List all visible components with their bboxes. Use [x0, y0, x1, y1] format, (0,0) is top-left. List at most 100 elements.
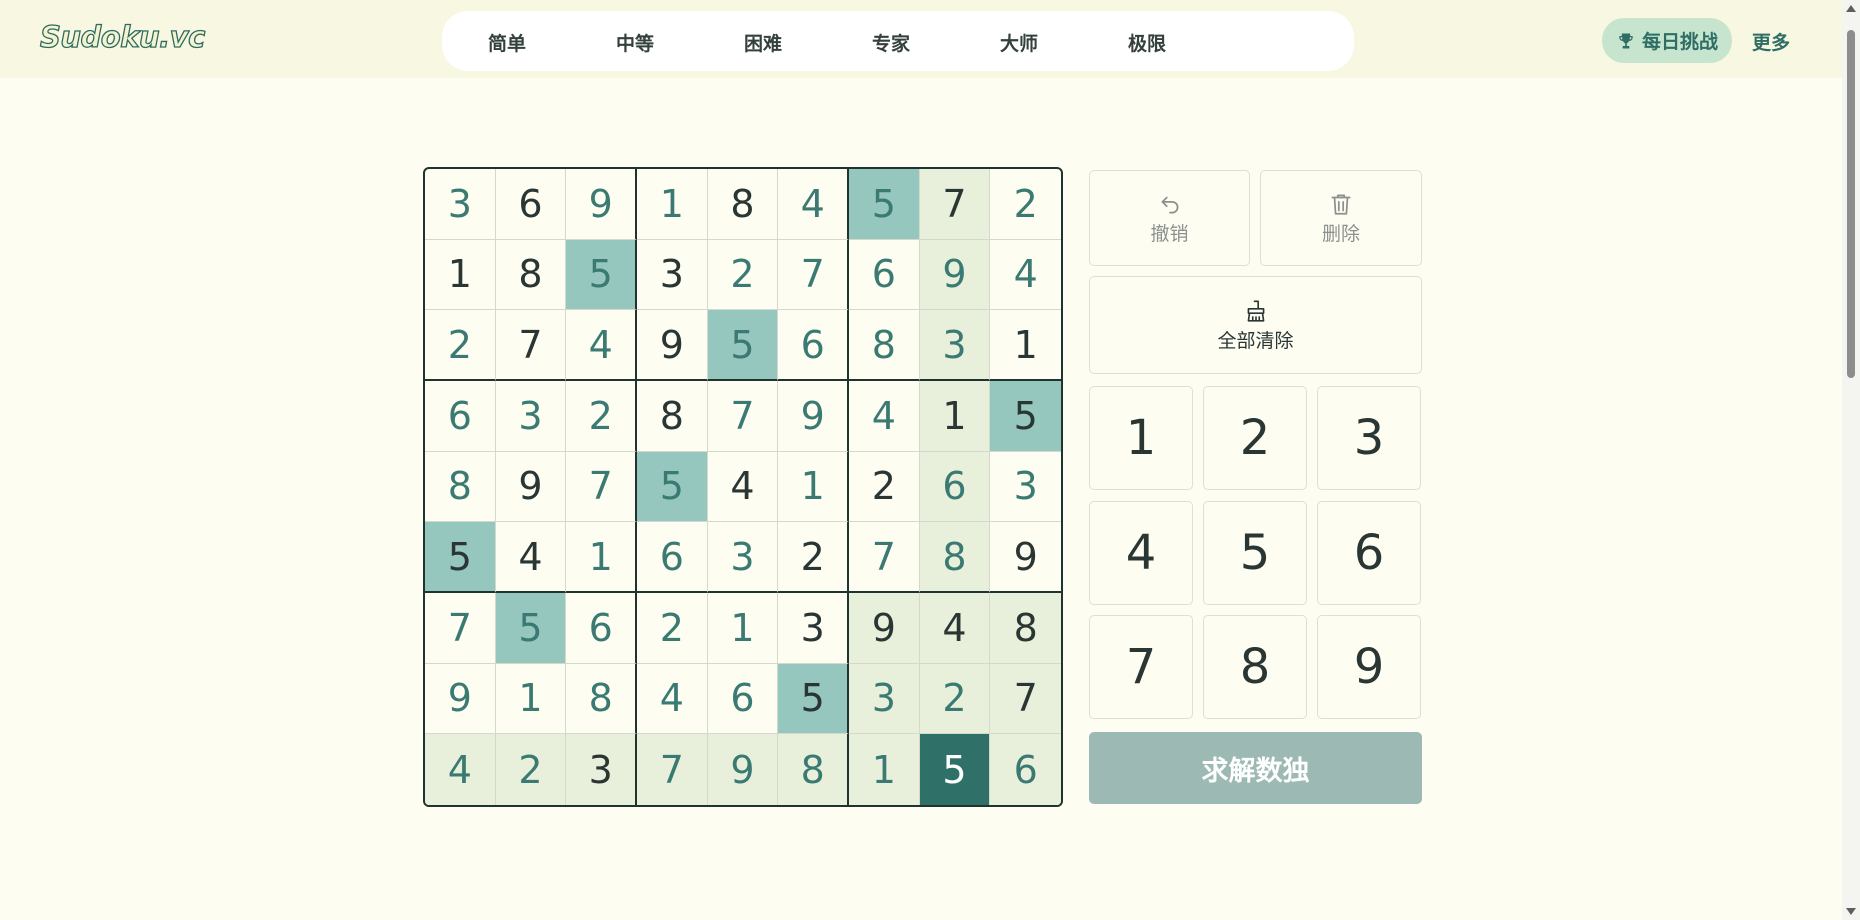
- scroll-up-arrow[interactable]: [1846, 5, 1856, 12]
- cell-r2-c9[interactable]: 4: [990, 240, 1061, 311]
- delete-button[interactable]: 删除: [1260, 170, 1422, 266]
- more-link[interactable]: 更多: [1752, 28, 1790, 55]
- cell-r3-c6[interactable]: 6: [778, 310, 849, 381]
- cell-r5-c7[interactable]: 2: [848, 451, 920, 523]
- cell-r5-c8[interactable]: 6: [919, 451, 991, 523]
- cell-r3-c3[interactable]: 4: [566, 310, 637, 381]
- cell-r9-c2[interactable]: 2: [495, 734, 567, 805]
- cell-r4-c4[interactable]: 8: [636, 380, 708, 452]
- cell-r4-c8[interactable]: 1: [919, 380, 991, 452]
- cell-r2-c7[interactable]: 6: [848, 239, 920, 311]
- cell-r6-c4[interactable]: 6: [636, 522, 708, 593]
- clear-all-button[interactable]: 全部清除: [1089, 276, 1422, 374]
- cell-r8-c1[interactable]: 9: [425, 663, 496, 735]
- cell-r6-c1[interactable]: 5: [425, 522, 496, 593]
- keypad-8[interactable]: 8: [1203, 615, 1307, 719]
- page-scrollbar[interactable]: [1842, 0, 1860, 920]
- nav-medium[interactable]: 中等: [580, 29, 690, 56]
- keypad-7[interactable]: 7: [1089, 615, 1193, 719]
- cell-r6-c9[interactable]: 9: [990, 522, 1061, 593]
- cell-r9-c8[interactable]: 5: [919, 734, 991, 805]
- cell-r7-c6[interactable]: 3: [778, 592, 849, 664]
- cell-r6-c3[interactable]: 1: [566, 522, 637, 593]
- cell-r7-c7[interactable]: 9: [848, 592, 920, 664]
- scroll-down-arrow[interactable]: [1846, 908, 1856, 915]
- cell-r3-c1[interactable]: 2: [425, 310, 496, 381]
- keypad-4[interactable]: 4: [1089, 501, 1193, 605]
- cell-r5-c6[interactable]: 1: [778, 451, 849, 523]
- cell-r7-c8[interactable]: 4: [919, 592, 991, 664]
- cell-r2-c1[interactable]: 1: [425, 239, 496, 311]
- cell-r4-c2[interactable]: 3: [495, 380, 567, 452]
- cell-r6-c6[interactable]: 2: [778, 522, 849, 593]
- nav-master[interactable]: 大师: [964, 29, 1074, 56]
- cell-r6-c2[interactable]: 4: [495, 522, 567, 593]
- cell-r5-c2[interactable]: 9: [495, 451, 567, 523]
- cell-r4-c9[interactable]: 5: [990, 380, 1061, 452]
- cell-r5-c1[interactable]: 8: [425, 451, 496, 523]
- cell-r2-c2[interactable]: 8: [495, 239, 567, 311]
- cell-r1-c1[interactable]: 3: [425, 169, 496, 240]
- cell-r4-c5[interactable]: 7: [707, 380, 779, 452]
- cell-r3-c5[interactable]: 5: [707, 310, 779, 381]
- keypad-1[interactable]: 1: [1089, 386, 1193, 490]
- cell-r2-c5[interactable]: 2: [707, 239, 779, 311]
- cell-r3-c7[interactable]: 8: [848, 310, 920, 381]
- cell-r6-c5[interactable]: 3: [707, 522, 779, 593]
- cell-r3-c4[interactable]: 9: [636, 310, 708, 381]
- cell-r9-c4[interactable]: 7: [636, 734, 708, 805]
- cell-r7-c5[interactable]: 1: [707, 592, 779, 664]
- keypad-3[interactable]: 3: [1317, 386, 1421, 490]
- nav-easy[interactable]: 简单: [452, 29, 562, 56]
- undo-button[interactable]: 撤销: [1089, 170, 1250, 266]
- daily-challenge-button[interactable]: 每日挑战: [1602, 18, 1732, 63]
- cell-r5-c4[interactable]: 5: [636, 451, 708, 523]
- nav-hard[interactable]: 困难: [708, 29, 818, 56]
- keypad-6[interactable]: 6: [1317, 501, 1421, 605]
- cell-r1-c7[interactable]: 5: [848, 169, 920, 240]
- cell-r9-c6[interactable]: 8: [778, 734, 849, 805]
- cell-r3-c9[interactable]: 1: [990, 310, 1061, 381]
- cell-r8-c4[interactable]: 4: [636, 663, 708, 735]
- cell-r6-c7[interactable]: 7: [848, 522, 920, 593]
- cell-r1-c2[interactable]: 6: [495, 169, 567, 240]
- solve-sudoku-button[interactable]: 求解数独: [1089, 732, 1422, 804]
- cell-r3-c8[interactable]: 3: [919, 310, 991, 381]
- cell-r7-c1[interactable]: 7: [425, 592, 496, 664]
- cell-r3-c2[interactable]: 7: [495, 310, 567, 381]
- cell-r1-c9[interactable]: 2: [990, 169, 1061, 240]
- cell-r1-c3[interactable]: 9: [566, 169, 637, 240]
- cell-r8-c6[interactable]: 5: [778, 663, 849, 735]
- cell-r9-c3[interactable]: 3: [566, 734, 637, 805]
- cell-r7-c2[interactable]: 5: [495, 592, 567, 664]
- cell-r9-c7[interactable]: 1: [848, 734, 920, 805]
- cell-r2-c6[interactable]: 7: [778, 239, 849, 311]
- cell-r6-c8[interactable]: 8: [919, 522, 991, 593]
- cell-r7-c3[interactable]: 6: [566, 592, 637, 664]
- scroll-thumb[interactable]: [1847, 30, 1855, 378]
- cell-r4-c7[interactable]: 4: [848, 380, 920, 452]
- cell-r1-c4[interactable]: 1: [636, 169, 708, 240]
- cell-r2-c4[interactable]: 3: [636, 239, 708, 311]
- cell-r8-c2[interactable]: 1: [495, 663, 567, 735]
- cell-r1-c6[interactable]: 4: [778, 169, 849, 240]
- cell-r1-c5[interactable]: 8: [707, 169, 779, 240]
- cell-r8-c5[interactable]: 6: [707, 663, 779, 735]
- cell-r5-c5[interactable]: 4: [707, 451, 779, 523]
- keypad-5[interactable]: 5: [1203, 501, 1307, 605]
- cell-r8-c8[interactable]: 2: [919, 663, 991, 735]
- site-logo[interactable]: Sudoku.vc: [39, 19, 206, 54]
- keypad-9[interactable]: 9: [1317, 615, 1421, 719]
- cell-r8-c9[interactable]: 7: [990, 663, 1061, 735]
- cell-r8-c3[interactable]: 8: [566, 663, 637, 735]
- cell-r2-c3[interactable]: 5: [566, 239, 637, 311]
- nav-extreme[interactable]: 极限: [1092, 29, 1202, 56]
- cell-r7-c9[interactable]: 8: [990, 592, 1061, 664]
- cell-r5-c9[interactable]: 3: [990, 452, 1061, 523]
- keypad-2[interactable]: 2: [1203, 386, 1307, 490]
- cell-r9-c1[interactable]: 4: [425, 734, 496, 805]
- cell-r7-c4[interactable]: 2: [636, 592, 708, 664]
- nav-expert[interactable]: 专家: [836, 29, 946, 56]
- cell-r2-c8[interactable]: 9: [919, 239, 991, 311]
- cell-r4-c3[interactable]: 2: [566, 380, 637, 452]
